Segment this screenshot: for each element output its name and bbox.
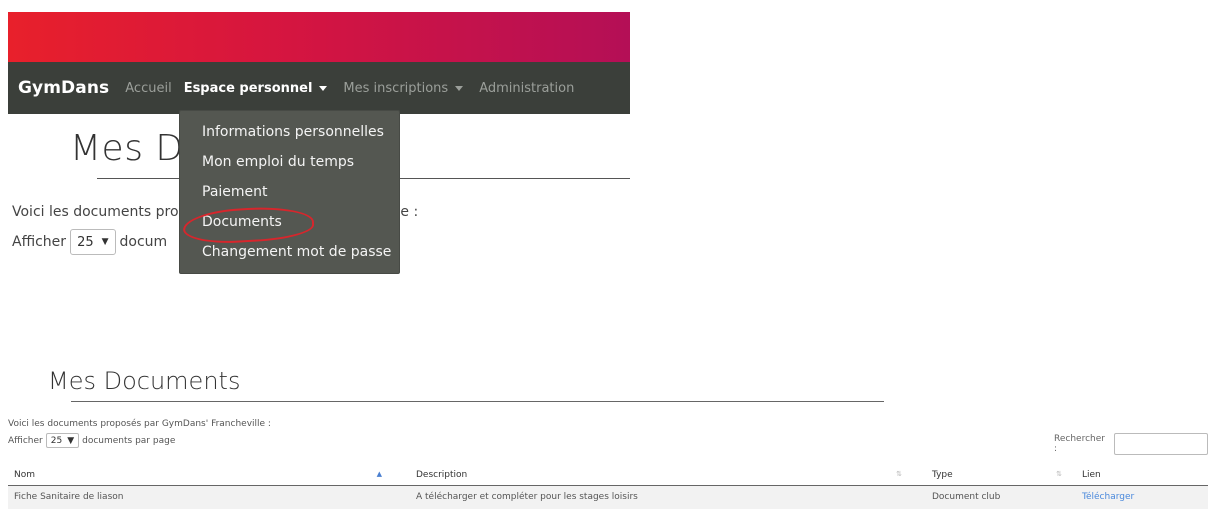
- sort-ascending-icon: ▲: [376, 470, 382, 478]
- page-size-value-bottom: 25: [50, 435, 63, 446]
- cell-lien: Télécharger: [1068, 485, 1208, 509]
- column-header-type[interactable]: Type ⇅: [908, 465, 1068, 486]
- chevron-down-icon: ▼: [67, 435, 75, 446]
- dropdown-item-emploi-du-temps[interactable]: Mon emploi du temps: [180, 151, 399, 181]
- column-header-description-label: Description: [416, 469, 468, 480]
- nav-mes-inscriptions-label: Mes inscriptions: [343, 80, 449, 96]
- column-header-lien-label: Lien: [1082, 469, 1101, 480]
- intro-text-top-left: Voici les documents pro: [12, 204, 179, 220]
- column-header-nom-label: Nom: [14, 469, 36, 480]
- column-header-type-label: Type: [932, 469, 953, 480]
- cell-type: Document club: [908, 485, 1068, 509]
- espace-personnel-dropdown: Informations personnelles Mon emploi du …: [179, 110, 400, 274]
- cell-description: A télécharger et compléter pour les stag…: [388, 485, 908, 509]
- page-size-control-bottom: Afficher 25 ▼ documents par page: [8, 433, 175, 448]
- documents-table: Nom ▲ Description ⇅ Type ⇅ Lien Fiche Sanit…: [8, 465, 1208, 509]
- dropdown-item-changement-mot-de-passe[interactable]: Changement mot de passe: [180, 241, 399, 271]
- sort-icon: ⇅: [896, 470, 902, 478]
- page-size-select-bottom[interactable]: 25 ▼: [45, 433, 80, 448]
- brand-logo[interactable]: GymDans: [18, 78, 109, 98]
- download-link[interactable]: Télécharger: [1082, 492, 1134, 502]
- header-banner: [8, 12, 630, 62]
- dropdown-item-paiement[interactable]: Paiement: [180, 181, 399, 211]
- nav-espace-personnel[interactable]: Espace personnel: [184, 81, 328, 96]
- column-header-nom[interactable]: Nom ▲: [8, 465, 388, 486]
- nav-administration-label: Administration: [479, 80, 575, 96]
- show-suffix-bottom: documents par page: [82, 435, 176, 446]
- column-header-description[interactable]: Description ⇅: [388, 465, 908, 486]
- navbar: GymDans Accueil Espace personnel Mes ins…: [8, 62, 630, 114]
- cell-nom: Fiche Sanitaire de liason: [8, 485, 388, 509]
- chevron-down-icon: ▼: [101, 237, 109, 247]
- nav-accueil-label: Accueil: [125, 80, 172, 96]
- caret-down-icon: [455, 85, 464, 91]
- sort-icon: ⇅: [1056, 470, 1062, 478]
- table-row: Fiche Sanitaire de liason A télécharger …: [8, 485, 1208, 509]
- page-size-select-top[interactable]: 25 ▼: [70, 229, 116, 255]
- page-size-control-top: Afficher 25 ▼ docum: [12, 229, 167, 255]
- show-label-bottom: Afficher: [8, 435, 43, 446]
- show-suffix-top: docum: [119, 234, 168, 250]
- column-header-lien[interactable]: Lien: [1068, 465, 1208, 486]
- search-control: Rechercher :: [1054, 433, 1208, 455]
- intro-text-bottom: Voici les documents proposés par GymDans…: [8, 419, 271, 429]
- nav-accueil[interactable]: Accueil: [125, 81, 171, 96]
- search-label: Rechercher :: [1054, 434, 1105, 454]
- show-label-top: Afficher: [12, 234, 67, 250]
- dropdown-item-informations[interactable]: Informations personnelles: [180, 121, 399, 151]
- nav-mes-inscriptions[interactable]: Mes inscriptions: [343, 80, 464, 96]
- table-header-row: Nom ▲ Description ⇅ Type ⇅ Lien: [8, 465, 1208, 486]
- page-title-bottom: Mes Documents: [48, 367, 241, 395]
- title-divider-bottom: [71, 401, 884, 402]
- caret-down-icon: [319, 85, 328, 91]
- nav-administration[interactable]: Administration: [479, 81, 574, 96]
- page-size-value-top: 25: [77, 234, 94, 250]
- nav-espace-personnel-label: Espace personnel: [183, 80, 313, 96]
- search-input[interactable]: [1114, 433, 1208, 455]
